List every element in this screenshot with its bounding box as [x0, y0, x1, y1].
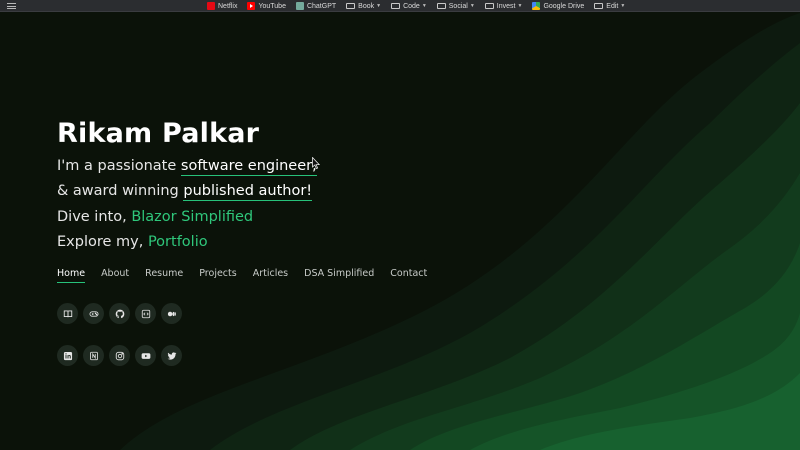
bookmark-folder-book[interactable]: Book ▼: [346, 0, 381, 12]
highlight-published-author: published author!: [183, 183, 313, 201]
bookmark-chatgpt[interactable]: ChatGPT: [295, 0, 337, 12]
nav-resume[interactable]: Resume: [145, 268, 183, 279]
nav-contact[interactable]: Contact: [390, 268, 427, 279]
bookmark-label: Google Drive: [543, 2, 585, 10]
notion-icon[interactable]: [83, 345, 104, 366]
nav-articles[interactable]: Articles: [253, 268, 288, 279]
bookmark-folder-code[interactable]: Code ▼: [391, 0, 427, 12]
youtube-icon[interactable]: [135, 345, 156, 366]
twitter-icon[interactable]: [161, 345, 182, 366]
linkedin-icon[interactable]: [57, 345, 78, 366]
nav-dsa-simplified[interactable]: DSA Simplified: [304, 268, 374, 279]
chatgpt-icon: [295, 2, 304, 10]
main-nav: Home About Resume Projects Articles DSA …: [57, 268, 443, 283]
bookmark-label: Code: [403, 2, 420, 10]
bookmark-label: Netflix: [218, 2, 238, 10]
gamepad-icon[interactable]: [83, 303, 104, 324]
bookmark-label: Edit: [606, 2, 619, 10]
bookmarks-bar: Netflix YouTube ChatGPT Book ▼ Code ▼ So…: [0, 0, 800, 12]
icon-row-2: [57, 345, 187, 366]
intro-line-2: & award winning published author!: [57, 183, 313, 201]
chevron-down-icon: ▼: [421, 3, 427, 9]
instagram-icon[interactable]: [109, 345, 130, 366]
nav-about[interactable]: About: [101, 268, 129, 279]
menu-icon[interactable]: [7, 3, 16, 9]
folder-icon: [484, 3, 494, 9]
bookmark-label: Book: [358, 2, 375, 10]
book-icon[interactable]: [57, 303, 78, 324]
nav-home[interactable]: Home: [57, 268, 86, 283]
bookmark-label: Invest: [496, 2, 516, 10]
google-drive-icon: [532, 2, 541, 10]
portfolio-link[interactable]: Portfolio: [148, 234, 208, 250]
chevron-down-icon: ▼: [517, 3, 523, 9]
bookmark-folder-invest[interactable]: Invest ▼: [484, 0, 523, 12]
intro-text: I'm a passionate: [57, 158, 181, 174]
blazor-simplified-link[interactable]: Blazor Simplified: [131, 209, 253, 225]
netflix-icon: [207, 2, 215, 10]
icon-row-1: [57, 303, 187, 324]
intro-text: & award winning: [57, 183, 184, 199]
bookmark-label: YouTube: [258, 2, 286, 10]
intro-line-3: Dive into, Blazor Simplified: [57, 209, 253, 225]
bookmark-folder-social[interactable]: Social ▼: [436, 0, 475, 12]
folder-icon: [391, 3, 401, 9]
intro-text: Explore my,: [57, 234, 148, 250]
background-waves: [0, 13, 800, 450]
mouse-cursor-icon: [312, 157, 320, 169]
medium-icon[interactable]: [161, 303, 182, 324]
bookmark-folder-edit[interactable]: Edit ▼: [594, 0, 625, 12]
folder-icon: [594, 3, 604, 9]
intro-text: Dive into,: [57, 209, 132, 225]
bookmark-google-drive[interactable]: Google Drive: [532, 0, 584, 12]
github-icon[interactable]: [109, 303, 130, 324]
bookmark-netflix[interactable]: Netflix: [207, 0, 237, 12]
page-title: Rikam Palkar: [57, 118, 260, 149]
bookmark-label: Social: [448, 2, 468, 10]
code-icon[interactable]: [135, 303, 156, 324]
nav-projects[interactable]: Projects: [199, 268, 236, 279]
folder-icon: [436, 3, 446, 9]
chevron-down-icon: ▼: [469, 3, 475, 9]
highlight-software-engineer: software engineer,: [180, 158, 317, 176]
bookmark-youtube[interactable]: YouTube: [247, 0, 286, 12]
chevron-down-icon: ▼: [620, 3, 626, 9]
intro-line-4: Explore my, Portfolio: [57, 234, 208, 250]
youtube-icon: [247, 2, 256, 10]
intro-line-1: I'm a passionate software engineer,: [57, 158, 317, 176]
bookmark-label: ChatGPT: [306, 2, 337, 10]
chevron-down-icon: ▼: [376, 3, 382, 9]
folder-icon: [346, 3, 356, 9]
